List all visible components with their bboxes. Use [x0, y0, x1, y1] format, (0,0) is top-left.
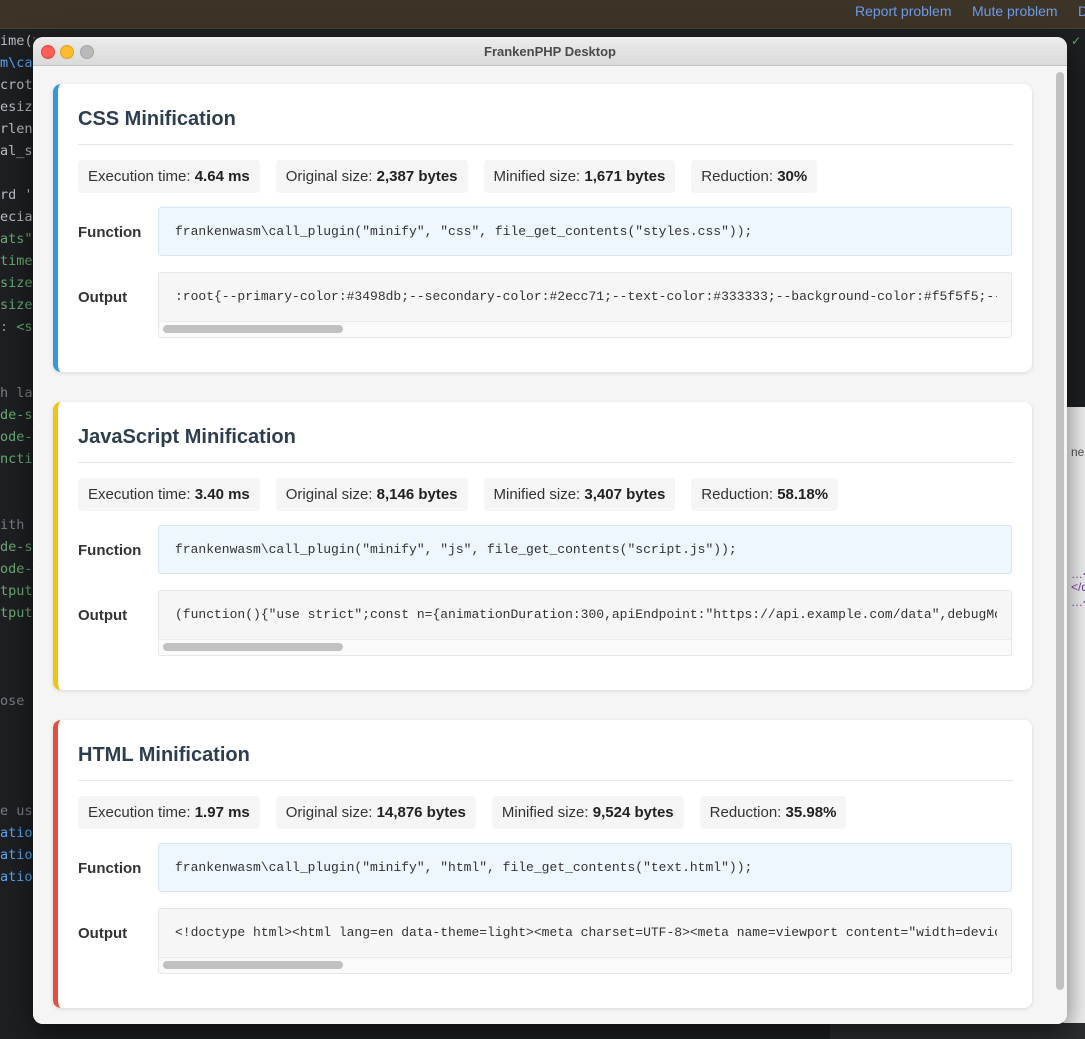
function-code-block[interactable]: frankenwasm\call_plugin("minify", "css",…: [158, 207, 1012, 256]
divider: [78, 462, 1013, 463]
code-line: rd ': [0, 187, 33, 203]
card-title: HTML Minification: [78, 744, 250, 766]
code-line: crot: [0, 77, 33, 93]
original-size-stat: Original size: 8,146 bytes: [275, 478, 468, 511]
output-code-block[interactable]: (function(){"use strict";const n={animat…: [158, 590, 1012, 656]
right-panel-text: …<: [1071, 595, 1085, 609]
horizontal-scrollbar[interactable]: [159, 957, 1011, 973]
reduction-stat: Reduction: 35.98%: [699, 796, 847, 829]
javascript-minification-card: JavaScript Minification Execution time: …: [53, 402, 1032, 690]
mute-problem-link[interactable]: Mute problem: [972, 3, 1058, 19]
horizontal-scrollbar[interactable]: [159, 639, 1011, 655]
code-line: nctio: [0, 451, 35, 467]
css-minification-card: CSS Minification Execution time: 4.64 ms…: [53, 84, 1032, 372]
scrollbar-thumb[interactable]: [163, 643, 343, 651]
code-line: e usi: [0, 803, 35, 819]
output-code-block[interactable]: <!doctype html><html lang=en data-theme=…: [158, 908, 1012, 974]
horizontal-scrollbar[interactable]: [159, 321, 1011, 337]
divider: [78, 144, 1013, 145]
original-size-stat: Original size: 2,387 bytes: [275, 160, 468, 193]
output-text: <!doctype html><html lang=en data-theme=…: [175, 925, 997, 940]
window-content: CSS Minification Execution time: 4.64 ms…: [33, 66, 1067, 1024]
code-line: h lab: [0, 385, 35, 401]
window-titlebar[interactable]: FrankenPHP Desktop: [33, 37, 1067, 66]
code-line: ime(true):: [0, 33, 35, 49]
report-problem-link[interactable]: Report problem: [855, 3, 952, 19]
function-code-block[interactable]: frankenwasm\call_plugin("minify", "js", …: [158, 525, 1012, 574]
app-window: FrankenPHP Desktop CSS Minification Exec…: [33, 37, 1067, 1024]
right-panel-text: </d: [1071, 580, 1085, 594]
ide-toolbar: Report problem Mute problem D: [0, 0, 1085, 29]
code-line: ats">: [0, 231, 35, 247]
output-text: (function(){"use strict";const n={animat…: [175, 607, 997, 622]
card-title: CSS Minification: [78, 108, 236, 130]
code-line: ode-T: [0, 429, 35, 445]
vertical-scrollbar-thumb[interactable]: [1056, 72, 1064, 990]
code-line: m\ca: [0, 55, 33, 71]
code-line: ation: [0, 825, 35, 841]
code-line: ode-T: [0, 561, 35, 577]
output-label: Output: [78, 925, 128, 942]
code-line: ose c: [0, 693, 35, 709]
code-line: size:: [0, 297, 35, 313]
original-size-stat: Original size: 14,876 bytes: [275, 796, 476, 829]
right-panel-text: …</: [1071, 567, 1085, 581]
code-line: tput-: [0, 583, 35, 599]
output-label: Output: [78, 607, 128, 624]
output-label: Output: [78, 289, 128, 306]
scrollbar-thumb[interactable]: [163, 325, 343, 333]
code-line: size:: [0, 275, 35, 291]
code-line: ecial: [0, 209, 35, 225]
function-label: Function: [78, 860, 142, 877]
code-line: time: [0, 253, 33, 269]
function-label: Function: [78, 542, 142, 559]
code-line: de-se: [0, 539, 35, 555]
minified-size-stat: Minified size: 1,671 bytes: [483, 160, 676, 193]
code-line: esize: [0, 99, 35, 115]
minified-size-stat: Minified size: 9,524 bytes: [491, 796, 684, 829]
execution-time-stat: Execution time: 1.97 ms: [78, 796, 260, 829]
code-line: ation: [0, 847, 35, 863]
code-line: ation: [0, 869, 35, 885]
stats-row: Execution time: 3.40 ms Original size: 8…: [78, 478, 839, 511]
function-label: Function: [78, 224, 142, 241]
ide-status-area: [830, 1023, 1085, 1039]
minified-size-stat: Minified size: 3,407 bytes: [483, 478, 676, 511]
code-line: rlen(: [0, 121, 35, 137]
right-panel-text: ner: [1071, 445, 1085, 459]
html-minification-card: HTML Minification Execution time: 1.97 m…: [53, 720, 1032, 1008]
execution-time-stat: Execution time: 3.40 ms: [78, 478, 260, 511]
reduction-stat: Reduction: 58.18%: [691, 478, 839, 511]
ide-code-editor[interactable]: ime(true): m\ca crot esize rlen( al_sird ' eci…: [0, 29, 35, 1039]
stats-row: Execution time: 4.64 ms Original size: 2…: [78, 160, 818, 193]
code-line: al_si: [0, 143, 35, 159]
divider: [78, 780, 1013, 781]
output-code-block[interactable]: :root{--primary-color:#3498db;--secondar…: [158, 272, 1012, 338]
code-line: ith T: [0, 517, 35, 533]
ide-action-truncated[interactable]: D: [1078, 3, 1085, 19]
code-line: de-se: [0, 407, 35, 423]
code-line: tput-: [0, 605, 35, 621]
stats-row: Execution time: 1.97 ms Original size: 1…: [78, 796, 847, 829]
function-code-block[interactable]: frankenwasm\call_plugin("minify", "html"…: [158, 843, 1012, 892]
scrollbar-thumb[interactable]: [163, 961, 343, 969]
output-text: :root{--primary-color:#3498db;--secondar…: [175, 289, 997, 304]
execution-time-stat: Execution time: 4.64 ms: [78, 160, 260, 193]
code-line: : <sp: [0, 319, 35, 335]
window-title: FrankenPHP Desktop: [484, 44, 616, 59]
check-icon: ✓: [1071, 34, 1082, 48]
card-title: JavaScript Minification: [78, 426, 296, 448]
vertical-scrollbar[interactable]: [1053, 70, 1067, 1022]
reduction-stat: Reduction: 30%: [691, 160, 818, 193]
